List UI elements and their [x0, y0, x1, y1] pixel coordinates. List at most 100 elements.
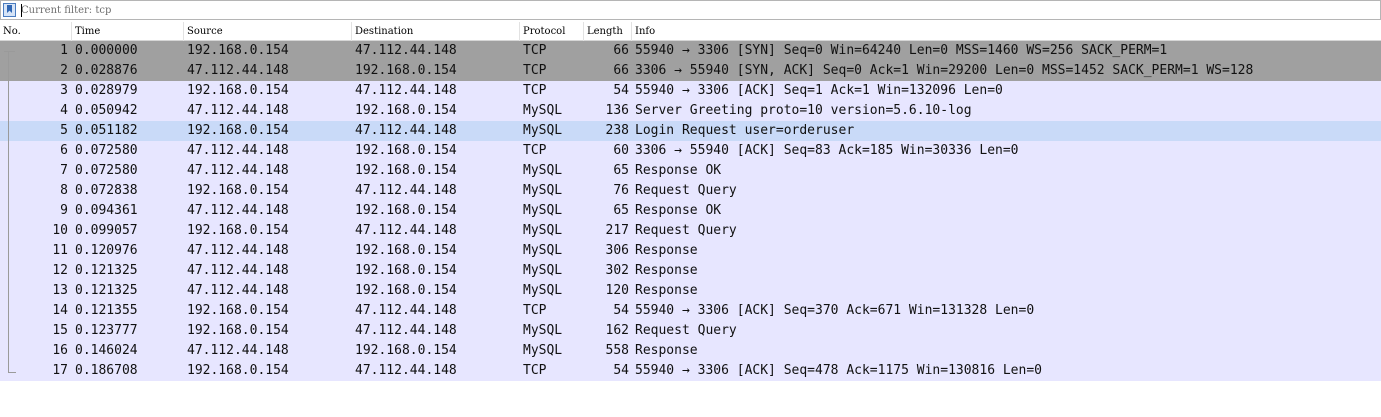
cell-info: 3306 → 55940 [SYN, ACK] Seq=0 Ack=1 Win=…	[635, 63, 1254, 78]
packet-row[interactable]: 16 0.146024 47.112.44.148 192.168.0.154 MySQ…	[0, 341, 1381, 361]
cell-protocol: MySQL	[523, 123, 563, 138]
column-header-no[interactable]: No.	[0, 22, 72, 41]
cell-info: Response	[635, 263, 698, 278]
cell-info: Login Request user=orderuser	[635, 123, 855, 138]
cell-source: 47.112.44.148	[187, 63, 289, 78]
cell-info: Server Greeting proto=10 version=5.6.10-…	[635, 103, 972, 118]
cell-destination: 47.112.44.148	[355, 323, 457, 338]
cell-no: 4	[60, 103, 68, 118]
cell-length: 120	[605, 283, 629, 298]
cell-protocol: MySQL	[523, 323, 563, 338]
cell-source: 47.112.44.148	[187, 103, 289, 118]
cell-destination: 47.112.44.148	[355, 363, 457, 378]
packet-row[interactable]: 2 0.028876 47.112.44.148 192.168.0.154 TCP 66…	[0, 61, 1381, 81]
cell-protocol: MySQL	[523, 203, 563, 218]
cell-time: 0.146024	[75, 343, 138, 358]
cell-no: 6	[60, 143, 68, 158]
packet-row[interactable]: 9 0.094361 47.112.44.148 192.168.0.154 MySQL…	[0, 201, 1381, 221]
cell-length: 302	[605, 263, 629, 278]
cell-protocol: TCP	[523, 303, 547, 318]
cell-protocol: TCP	[523, 43, 547, 58]
packet-row[interactable]: 17 0.186708 192.168.0.154 47.112.44.148 TCP 5…	[0, 361, 1381, 381]
cell-protocol: TCP	[523, 143, 547, 158]
packet-list-header: No. Time Source Destination Protocol Len…	[0, 22, 1381, 41]
packet-row[interactable]: 11 0.120976 47.112.44.148 192.168.0.154 MySQ…	[0, 241, 1381, 261]
column-header-source[interactable]: Source	[184, 22, 352, 41]
cell-destination: 192.168.0.154	[355, 343, 457, 358]
cell-info: Request Query	[635, 323, 737, 338]
column-header-info[interactable]: Info	[632, 22, 1381, 41]
cell-info: 55940 → 3306 [ACK] Seq=478 Ack=1175 Win=…	[635, 363, 1042, 378]
cell-destination: 192.168.0.154	[355, 283, 457, 298]
cell-time: 0.121325	[75, 283, 138, 298]
cell-length: 65	[613, 203, 629, 218]
cell-time: 0.028979	[75, 83, 138, 98]
cell-destination: 47.112.44.148	[355, 223, 457, 238]
cell-length: 54	[613, 303, 629, 318]
cell-source: 47.112.44.148	[187, 143, 289, 158]
cell-no: 14	[52, 303, 68, 318]
cell-no: 5	[60, 123, 68, 138]
display-filter-bar[interactable]: Current filter: tcp	[0, 0, 1381, 20]
cell-time: 0.072580	[75, 143, 138, 158]
packet-row[interactable]: 5 0.051182 192.168.0.154 47.112.44.148 MySQL…	[0, 121, 1381, 141]
cell-source: 192.168.0.154	[187, 43, 289, 58]
cell-no: 7	[60, 163, 68, 178]
cell-time: 0.050942	[75, 103, 138, 118]
column-header-length[interactable]: Length	[584, 22, 632, 41]
cell-length: 66	[613, 63, 629, 78]
cell-no: 15	[52, 323, 68, 338]
cell-info: Response	[635, 343, 698, 358]
cell-length: 238	[605, 123, 629, 138]
cell-no: 10	[52, 223, 68, 238]
cell-no: 13	[52, 283, 68, 298]
cell-source: 47.112.44.148	[187, 263, 289, 278]
column-header-protocol[interactable]: Protocol	[520, 22, 584, 41]
cell-info: 55940 → 3306 [SYN] Seq=0 Win=64240 Len=0…	[635, 43, 1168, 58]
cell-destination: 192.168.0.154	[355, 103, 457, 118]
packet-row[interactable]: 8 0.072838 192.168.0.154 47.112.44.148 MySQL…	[0, 181, 1381, 201]
column-header-time[interactable]: Time	[72, 22, 184, 41]
packet-row[interactable]: 4 0.050942 47.112.44.148 192.168.0.154 MySQL…	[0, 101, 1381, 121]
cell-destination: 192.168.0.154	[355, 203, 457, 218]
cell-time: 0.099057	[75, 223, 138, 238]
packet-row[interactable]: 12 0.121325 47.112.44.148 192.168.0.154 MySQ…	[0, 261, 1381, 281]
cell-source: 192.168.0.154	[187, 363, 289, 378]
cell-time: 0.051182	[75, 123, 138, 138]
cell-no: 11	[52, 243, 68, 258]
cell-protocol: MySQL	[523, 163, 563, 178]
cell-destination: 192.168.0.154	[355, 243, 457, 258]
cell-protocol: TCP	[523, 363, 547, 378]
packet-row[interactable]: 14 0.121355 192.168.0.154 47.112.44.148 TCP 5…	[0, 301, 1381, 321]
cell-time: 0.072838	[75, 183, 138, 198]
cell-time: 0.121325	[75, 263, 138, 278]
packet-row[interactable]: 10 0.099057 192.168.0.154 47.112.44.148 MySQ…	[0, 221, 1381, 241]
filter-bookmark-icon[interactable]	[3, 3, 16, 17]
packet-row[interactable]: 1 0.000000 192.168.0.154 47.112.44.148 TCP 66…	[0, 41, 1381, 61]
packet-row[interactable]: 13 0.121325 47.112.44.148 192.168.0.154 MySQ…	[0, 281, 1381, 301]
cell-source: 192.168.0.154	[187, 83, 289, 98]
cell-length: 60	[613, 143, 629, 158]
packet-row[interactable]: 15 0.123777 192.168.0.154 47.112.44.148 MySQ…	[0, 321, 1381, 341]
cell-no: 8	[60, 183, 68, 198]
column-header-destination[interactable]: Destination	[352, 22, 520, 41]
cell-source: 192.168.0.154	[187, 323, 289, 338]
cell-source: 47.112.44.148	[187, 163, 289, 178]
conversation-bracket-line	[8, 51, 9, 373]
cell-info: Response OK	[635, 163, 722, 178]
packet-row[interactable]: 7 0.072580 47.112.44.148 192.168.0.154 MySQL…	[0, 161, 1381, 181]
cell-info: 3306 → 55940 [ACK] Seq=83 Ack=185 Win=30…	[635, 143, 1019, 158]
cell-length: 217	[605, 223, 629, 238]
display-filter-input[interactable]: Current filter: tcp	[21, 3, 1371, 18]
cell-length: 162	[605, 323, 629, 338]
cell-source: 47.112.44.148	[187, 203, 289, 218]
conversation-bracket-end	[8, 372, 16, 373]
cell-source: 192.168.0.154	[187, 303, 289, 318]
cell-length: 136	[605, 103, 629, 118]
packet-row[interactable]: 3 0.028979 192.168.0.154 47.112.44.148 TCP 54…	[0, 81, 1381, 101]
cell-time: 0.094361	[75, 203, 138, 218]
packet-row[interactable]: 6 0.072580 47.112.44.148 192.168.0.154 TCP 60…	[0, 141, 1381, 161]
cell-no: 3	[60, 83, 68, 98]
cell-length: 65	[613, 163, 629, 178]
cell-length: 306	[605, 243, 629, 258]
